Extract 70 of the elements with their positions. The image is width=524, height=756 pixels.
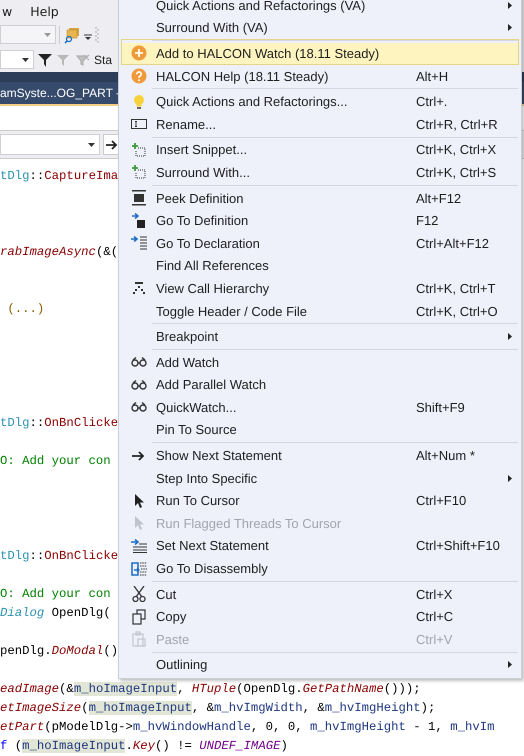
submenu-arrow-icon (508, 24, 512, 32)
submenu-arrow-icon (508, 661, 512, 668)
menu-item[interactable]: QuickWatch... Shift+F9 (121, 396, 519, 419)
filter-icon[interactable] (37, 52, 53, 68)
snippet-icon (132, 165, 146, 180)
plus-icon (131, 45, 147, 62)
scissors-icon (132, 586, 146, 602)
menu-item[interactable]: Go To Disassembly (121, 557, 519, 580)
caret-icon (22, 58, 29, 62)
snippet-icon (132, 142, 146, 157)
menu-item[interactable]: Add to HALCON Watch (18.11 Steady) (121, 39, 519, 65)
menu-item[interactable]: Step Into Specific (121, 466, 519, 490)
rename-icon (131, 118, 147, 130)
go-to-definition-icon (132, 212, 146, 229)
menu-item[interactable]: Find All References (121, 254, 519, 278)
menu-item[interactable]: Surround With... Ctrl+K, Ctrl+S (121, 161, 519, 184)
menu-item[interactable]: Go To Definition F12 (121, 209, 519, 232)
set-next-statement-icon (131, 538, 147, 553)
menu-item[interactable]: Toggle Header / Code File Ctrl+K, Ctrl+O (121, 300, 519, 322)
menu-item[interactable]: HALCON Help (18.11 Steady) Alt+H (121, 64, 519, 88)
code-line: O: Add your con (0, 454, 111, 468)
go-to-declaration-icon (131, 236, 147, 250)
submenu-arrow-icon (508, 474, 512, 482)
overflow-icon[interactable] (84, 33, 92, 41)
menu-item[interactable]: Set Next Statement Ctrl+Shift+F10 (121, 534, 519, 558)
menu-item[interactable]: Copy Ctrl+C (121, 605, 519, 628)
menu-item[interactable]: Help (30, 4, 59, 18)
code-line: tDlg::CaptureIma (0, 169, 118, 183)
code-line: tDlg::OnBnClicke (0, 416, 118, 430)
code-line: etPart(pModelDlg->m_hvWindowHandle, 0, 0, m_hvImgHeight - 1, m_hvIm (0, 720, 494, 734)
help-icon (131, 68, 147, 84)
menu-item[interactable]: Pin To Source (121, 418, 519, 442)
menu-item[interactable]: w (2, 4, 12, 18)
code-line: f (m_hoImageInput.Key() != UNDEF_IMAGE) (0, 739, 288, 753)
toolbar-combo[interactable] (0, 50, 34, 69)
code-line: O: Add your con (0, 587, 111, 601)
menu-item[interactable]: View Call Hierarchy Ctrl+K, Ctrl+T (121, 277, 519, 300)
pointer-icon (134, 516, 144, 530)
menu-item[interactable]: Surround With (VA) (121, 16, 519, 40)
glasses-icon (131, 357, 147, 368)
arrow-icon (132, 450, 146, 461)
code-line: eadImage(&m_hoImageInput, HTuple(OpenDlg.GetPathName())); (0, 682, 421, 696)
arrow-icon (106, 140, 118, 150)
code-line: tDlg::OnBnClicke (0, 549, 118, 563)
caret-icon (44, 32, 51, 36)
pointer-icon (134, 494, 144, 508)
paste-icon (132, 631, 146, 648)
caret-icon (88, 142, 95, 146)
menu-item[interactable]: Go To Declaration Ctrl+Alt+F12 (121, 232, 519, 255)
code-line: etImageSize(m_hoImageInput, &m_hvImgWidth, &m_hvImgHeight); (0, 701, 436, 715)
toolbar-grip-icon (95, 26, 99, 44)
menu-item[interactable]: Add Parallel Watch (121, 374, 519, 396)
menu-item[interactable]: Quick Actions and Refactorings (VA) (121, 0, 519, 17)
glasses-icon (131, 402, 147, 412)
call-hierarchy-icon (132, 282, 146, 294)
disassembly-icon (131, 560, 147, 577)
toolbar-label: Sta (94, 52, 112, 66)
code-line: penDlg.DoModal() (0, 644, 118, 658)
copy-icon (132, 608, 146, 625)
code-line: Dialog OpenDlg( (0, 606, 111, 620)
lightbulb-icon (133, 94, 145, 110)
code-line: (...) (6, 302, 44, 316)
submenu-arrow-icon (508, 2, 512, 9)
code-line: rabImageAsync(&( (0, 245, 118, 259)
submenu-arrow-icon (508, 333, 512, 340)
menu-item[interactable]: Rename... Ctrl+R, Ctrl+R (121, 112, 519, 136)
glasses-icon (131, 380, 147, 390)
peek-icon (132, 190, 146, 206)
menu-item[interactable]: Run To Cursor Ctrl+F10 (121, 489, 519, 512)
find-in-files-icon[interactable] (63, 26, 81, 44)
